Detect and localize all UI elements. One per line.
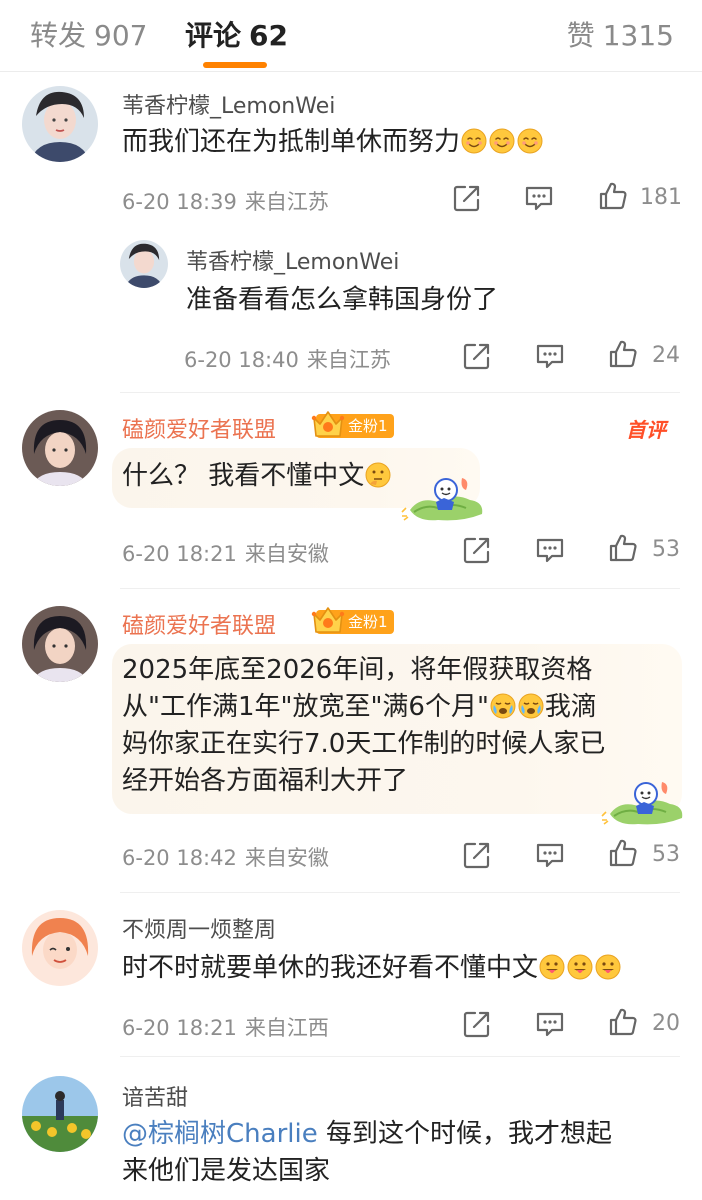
- avatar[interactable]: [22, 910, 98, 986]
- comment-time: 6-20 18:39: [122, 190, 237, 214]
- comment-meta: 6-20 18:21 来自安徽: [122, 538, 329, 568]
- avatar[interactable]: [22, 86, 98, 162]
- username[interactable]: 磕颜爱好者联盟: [122, 412, 276, 444]
- active-tab-indicator: [203, 62, 267, 68]
- like-count: 20: [652, 1011, 680, 1036]
- tab-likes-label: 赞: [566, 19, 595, 52]
- avatar[interactable]: [22, 410, 98, 486]
- comment-text-content: 而我们还在为抵制单休而努力: [122, 127, 461, 157]
- comment-location: 来自江苏: [244, 190, 329, 214]
- like-count: 24: [652, 343, 680, 368]
- reply-icon[interactable]: [535, 535, 565, 565]
- tab-repost-count: 907: [94, 19, 148, 52]
- reply-icon[interactable]: [524, 183, 554, 213]
- like-icon[interactable]: [598, 181, 628, 211]
- comment-location: 来自安徽: [244, 846, 329, 870]
- tab-repost-label: 转发: [30, 19, 87, 52]
- like-count: 53: [652, 842, 680, 867]
- like-icon[interactable]: [608, 1007, 638, 1037]
- comment-meta: 6-20 18:21 来自江西: [122, 1012, 329, 1042]
- comment-location: 来自江西: [244, 1016, 329, 1040]
- tab-comments-count: 62: [249, 19, 288, 52]
- comment-text-line: @棕榈树Charlie 每到这个时候，我才想起: [122, 1116, 692, 1153]
- comment-text-segment: 每到这个时候，我才想起: [317, 1119, 612, 1149]
- fan-badge-label: 金粉1: [348, 613, 388, 631]
- comment-text: 而我们还在为抵制单休而努力: [122, 124, 682, 161]
- username[interactable]: 不烦周一烦整周: [122, 912, 276, 944]
- tab-comments-label: 评论: [185, 19, 242, 52]
- divider: [120, 392, 680, 393]
- reply-icon[interactable]: [535, 840, 565, 870]
- comment-time: 6-20 18:21: [122, 1016, 237, 1040]
- smile-emoji-icon: [517, 128, 543, 154]
- username[interactable]: 磕颜爱好者联盟: [122, 608, 276, 640]
- divider: [120, 892, 680, 893]
- comment-text-segment: 从"工作满1年"放宽至"满6个月": [122, 692, 489, 722]
- comment-text-content: 什么？ 我看不懂中文: [122, 461, 365, 491]
- fan-badge-label: 金粉1: [348, 417, 388, 435]
- fan-crown-icon: [310, 604, 346, 638]
- reply-icon[interactable]: [535, 1009, 565, 1039]
- comment-text-line: 妈你家正在实行7.0天工作制的时候人家已: [122, 729, 606, 759]
- comment-text-segment: 我滴: [544, 692, 597, 722]
- bubble-decoration-icon: [400, 472, 486, 522]
- username[interactable]: 谙苦甜: [122, 1080, 188, 1112]
- reply-avatar[interactable]: [120, 240, 168, 288]
- reply-username[interactable]: 苇香柠檬_LemonWei: [186, 244, 399, 276]
- comment-text-line: 2025年底至2026年间，将年假获取资格: [122, 655, 593, 685]
- share-icon[interactable]: [452, 183, 482, 213]
- like-count: 53: [652, 537, 680, 562]
- divider: [120, 1056, 680, 1057]
- reply-time: 6-20 18:40: [184, 348, 299, 372]
- reply-icon[interactable]: [535, 341, 565, 371]
- like-icon[interactable]: [608, 339, 638, 369]
- like-icon[interactable]: [608, 533, 638, 563]
- share-icon[interactable]: [462, 840, 492, 870]
- comment-time: 6-20 18:42: [122, 846, 237, 870]
- thinking-emoji-icon: [365, 462, 391, 488]
- comment-text-line: 来他们是发达国家: [122, 1156, 331, 1186]
- username[interactable]: 苇香柠檬_LemonWei: [122, 88, 335, 120]
- fan-badge: 金粉1: [316, 414, 394, 438]
- like-count: 181: [640, 185, 682, 210]
- comment-text: @棕榈树Charlie 每到这个时候，我才想起 来他们是发达国家: [122, 1116, 692, 1190]
- avatar[interactable]: [22, 1076, 98, 1152]
- smile-emoji-icon: [461, 128, 487, 154]
- bubble-decoration-icon: [600, 776, 686, 826]
- like-icon[interactable]: [608, 838, 638, 868]
- comment-text: 2025年底至2026年间，将年假获取资格 从"工作满1年"放宽至"满6个月" 我…: [122, 652, 682, 800]
- avatar[interactable]: [22, 606, 98, 682]
- comment-text: 时不时就要单休的我还好看不懂中文: [122, 950, 692, 987]
- tab-likes[interactable]: 赞 1315: [567, 14, 674, 54]
- tab-repost[interactable]: 转发 907: [30, 14, 147, 54]
- comment-tabs: 转发 907 评论 62 赞 1315: [0, 0, 702, 72]
- comment-text-line: 从"工作满1年"放宽至"满6个月" 我滴: [122, 689, 682, 726]
- first-comment-tag: 首评: [626, 418, 666, 442]
- share-icon[interactable]: [462, 1009, 492, 1039]
- divider: [120, 588, 680, 589]
- share-icon[interactable]: [462, 341, 492, 371]
- reply-location: 来自江苏: [306, 348, 391, 372]
- comment-text-line: 经开始各方面福利大开了: [122, 766, 409, 796]
- comment-time: 6-20 18:21: [122, 542, 237, 566]
- fan-badge: 金粉1: [316, 610, 394, 634]
- smile-emoji-icon: [489, 128, 515, 154]
- tongue-emoji-icon: [567, 954, 593, 980]
- tab-comments[interactable]: 评论 62: [185, 14, 288, 54]
- tongue-emoji-icon: [539, 954, 565, 980]
- comment-meta: 6-20 18:39 来自江苏: [122, 186, 329, 216]
- crying-emoji-icon: [490, 693, 516, 719]
- comment-meta: 6-20 18:42 来自安徽: [122, 842, 329, 872]
- tongue-emoji-icon: [595, 954, 621, 980]
- tab-likes-count: 1315: [602, 19, 674, 52]
- mention-link[interactable]: @棕榈树Charlie: [122, 1119, 318, 1149]
- reply-text: 准备看看怎么拿韩国身份了: [186, 285, 499, 315]
- comment-location: 来自安徽: [244, 542, 329, 566]
- fan-crown-icon: [310, 408, 346, 442]
- share-icon[interactable]: [462, 535, 492, 565]
- reply-meta: 6-20 18:40 来自江苏: [184, 344, 391, 374]
- comment-text-content: 时不时就要单休的我还好看不懂中文: [122, 953, 539, 983]
- crying-emoji-icon: [518, 693, 544, 719]
